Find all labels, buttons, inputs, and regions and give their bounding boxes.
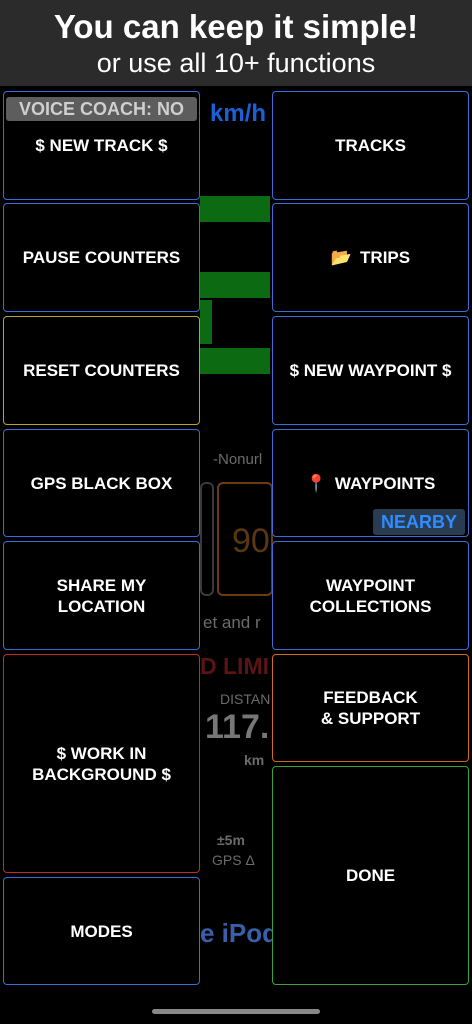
digit-segment — [200, 196, 270, 222]
speed-unit-label: km/h — [210, 100, 267, 127]
new-waypoint-button[interactable]: $ NEW WAYPOINT $ — [272, 316, 469, 425]
pin-icon: 📍 — [305, 473, 327, 493]
folder-icon: 📂 — [330, 248, 353, 267]
limit-text: D LIMI — [200, 653, 269, 679]
modes-button[interactable]: MODES — [3, 877, 200, 985]
reset-counters-button[interactable]: RESET COUNTERS — [3, 316, 200, 425]
profile-text: -Nonurl — [213, 451, 263, 468]
trips-label: TRIPS — [360, 248, 411, 267]
work-in-background-button[interactable]: $ WORK IN BACKGROUND $ — [3, 654, 200, 873]
banner-title: You can keep it simple! — [53, 8, 419, 45]
feedback-support-button[interactable]: FEEDBACK & SUPPORT — [272, 654, 469, 762]
digit-segment — [200, 272, 270, 298]
digit-segment — [200, 300, 212, 344]
waypoints-label: WAYPOINTS — [334, 473, 436, 493]
done-button[interactable]: DONE — [272, 766, 469, 985]
voice-coach-badge[interactable]: VOICE COACH: NO — [6, 97, 197, 121]
digit-segment — [200, 348, 270, 374]
gps-accuracy-label: GPS Δ — [212, 852, 255, 868]
tracks-button[interactable]: TRACKS — [272, 91, 469, 200]
hint-text: et and r — [203, 613, 261, 632]
pause-counters-button[interactable]: PAUSE COUNTERS — [3, 203, 200, 312]
distance-unit: km — [244, 752, 265, 768]
speed-limit-value: 90 — [232, 522, 270, 560]
device-text: e iPod — [200, 918, 279, 948]
gps-accuracy-value: ±5m — [217, 832, 245, 848]
trips-button[interactable]: 📂 TRIPS — [272, 203, 469, 312]
distance-value: 117. — [205, 708, 270, 746]
gps-black-box-button[interactable]: GPS BLACK BOX — [3, 429, 200, 537]
waypoint-collections-button[interactable]: WAYPOINT COLLECTIONS — [272, 541, 469, 650]
info-box — [200, 482, 214, 596]
promo-banner: You can keep it simple! or use all 10+ f… — [0, 0, 472, 86]
home-indicator[interactable] — [152, 1009, 320, 1014]
banner-subtitle: or use all 10+ functions — [96, 48, 376, 78]
nearby-badge[interactable]: NEARBY — [373, 509, 465, 535]
share-location-button[interactable]: SHARE MY LOCATION — [3, 541, 200, 650]
distance-label: DISTAN — [220, 691, 271, 707]
